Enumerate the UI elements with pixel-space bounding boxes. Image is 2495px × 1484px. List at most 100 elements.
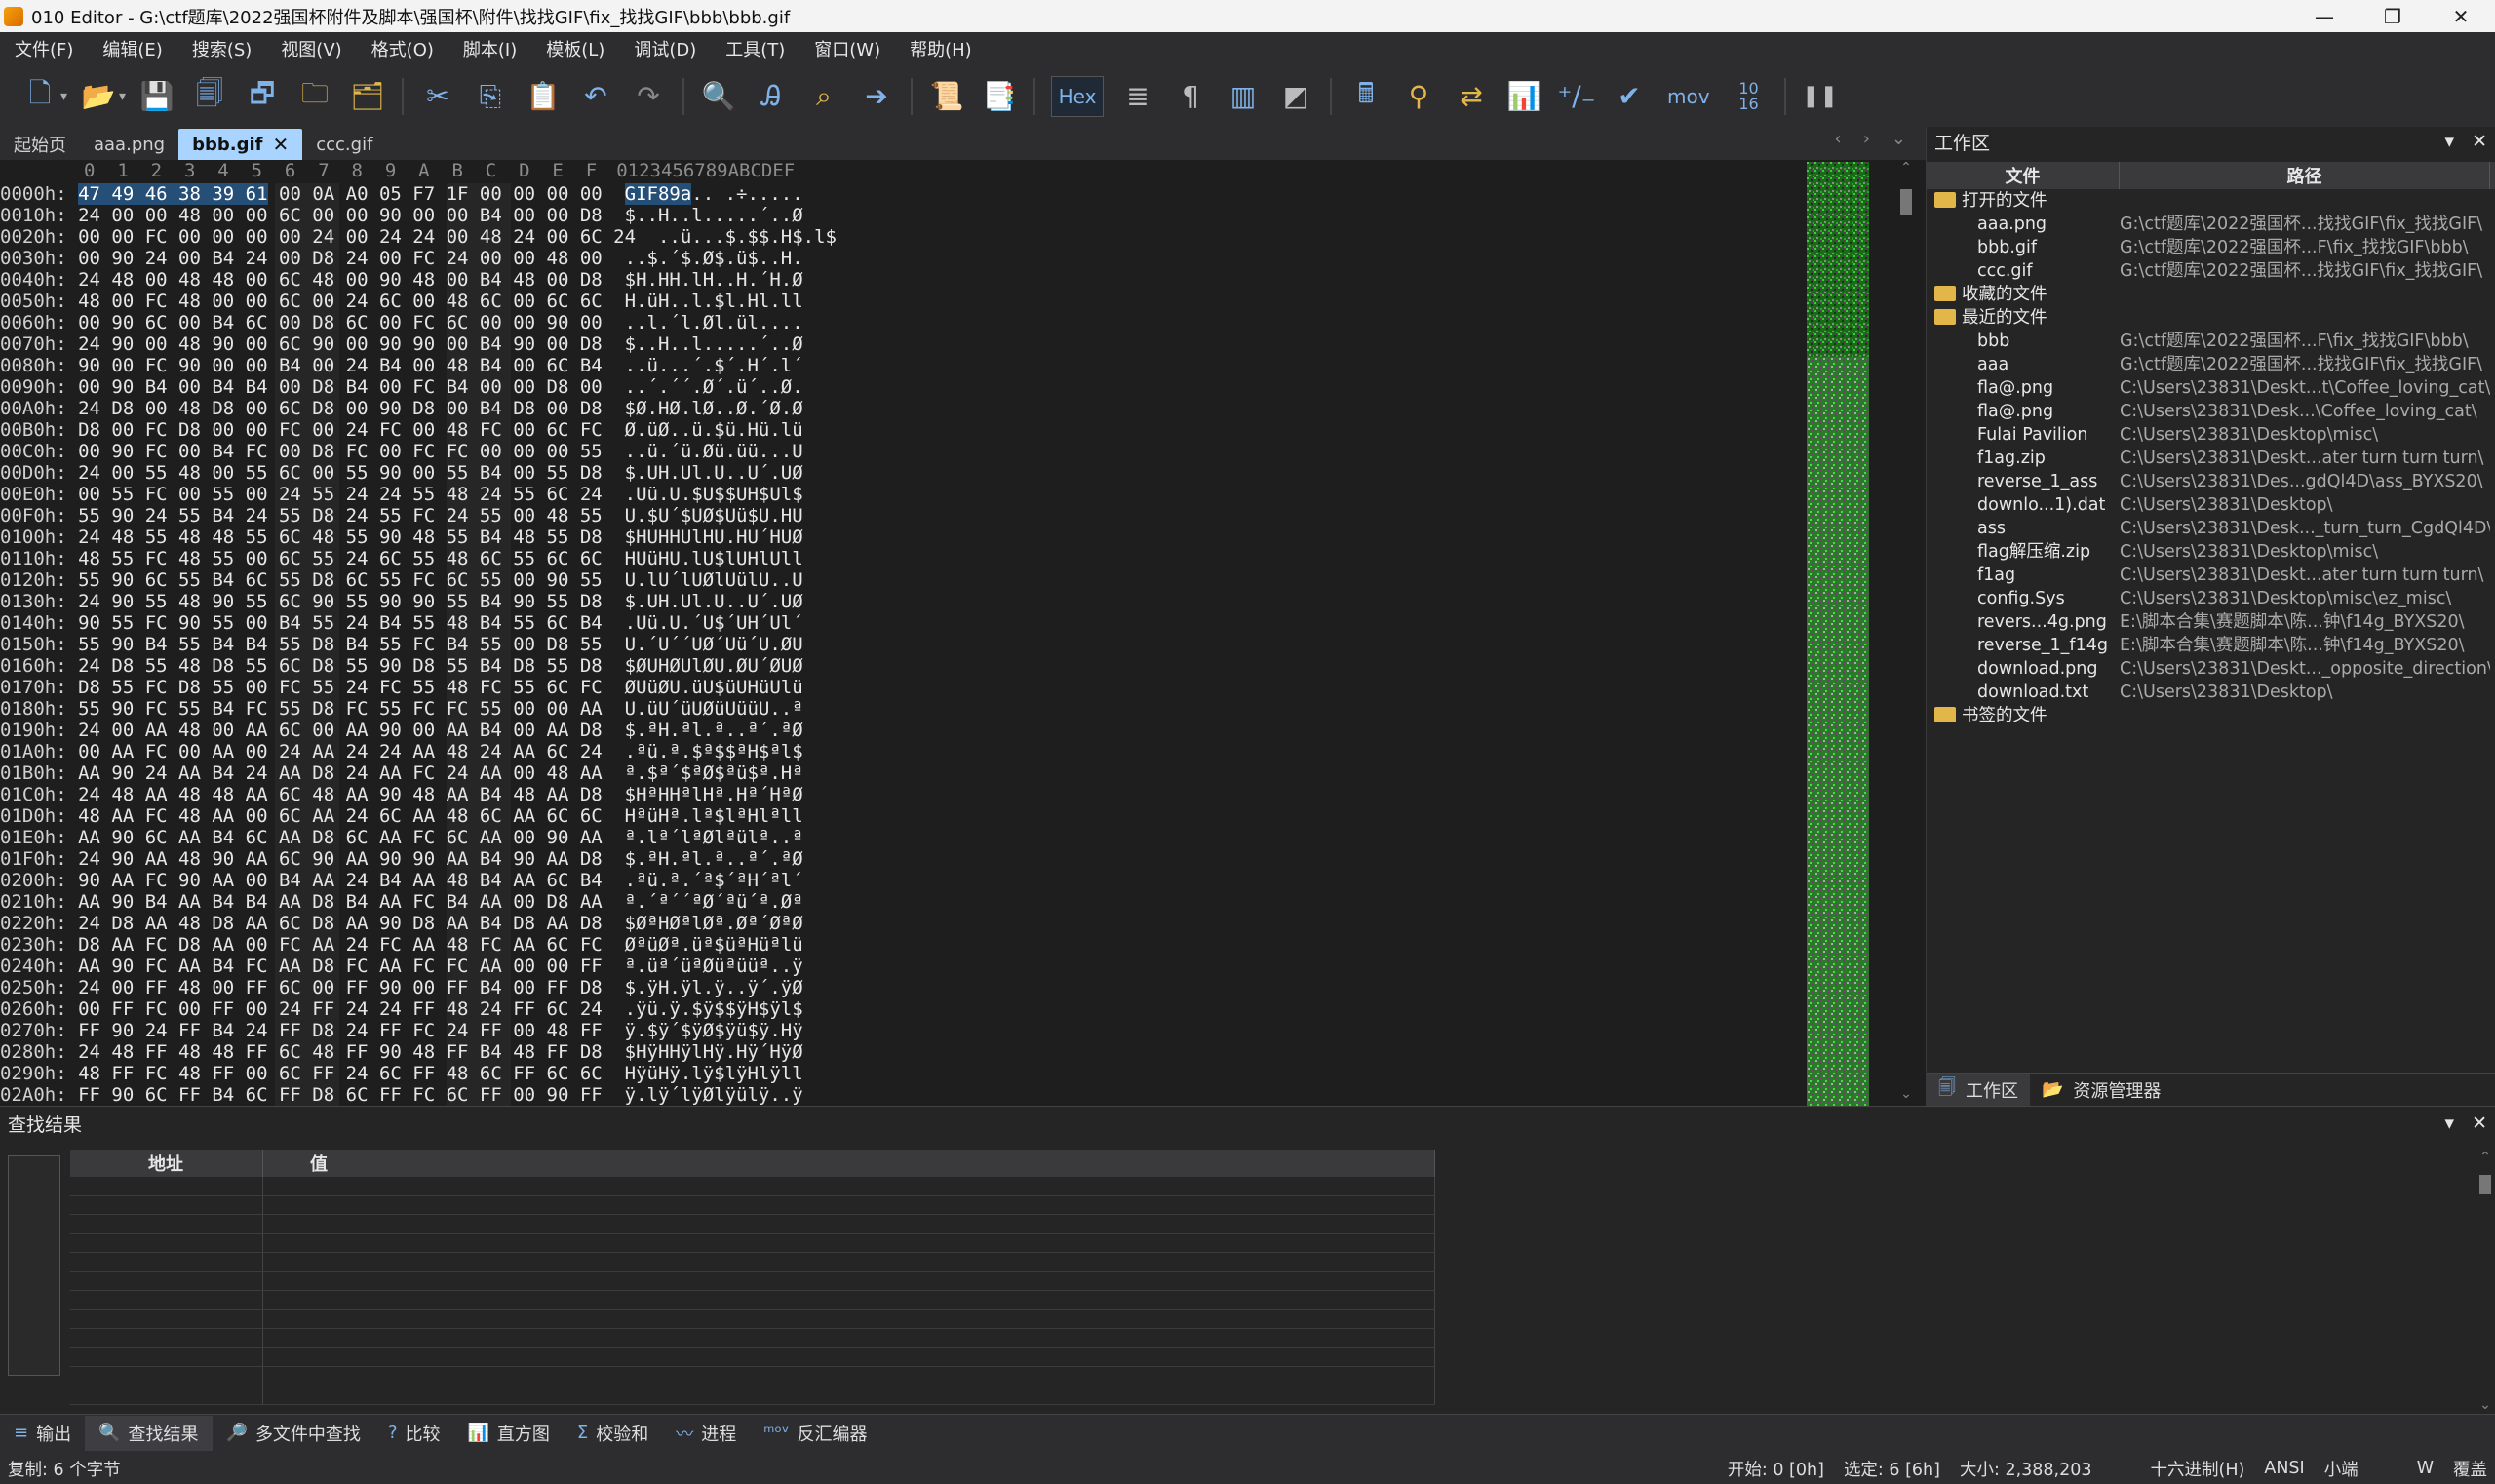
tree-file-item[interactable]: config.Sys C:\Users\23831\Desktop\misc\ez… <box>1927 587 2495 610</box>
hex-row[interactable]: 00E0h: 00 55 FC 00 55 00 24 55 24 24 55 … <box>0 484 837 505</box>
hex-row[interactable]: 00F0h: 55 90 24 55 B4 24 55 D8 24 55 FC … <box>0 505 837 527</box>
pause-icon[interactable]: ❚❚ <box>1802 77 1839 116</box>
tree-group[interactable]: 最近的文件 <box>1927 306 2495 330</box>
results-table[interactable]: 地址 值 <box>70 1150 1435 1413</box>
new-file-dropdown-icon[interactable]: ▾ <box>60 89 70 104</box>
hex-bytes[interactable]: AA 90 24 AA B4 24 AA D8 24 AA FC 24 AA 0… <box>78 762 603 784</box>
hex-bytes[interactable]: 24 48 FF 48 48 FF 6C 48 FF 90 48 FF B4 4… <box>78 1041 603 1063</box>
tree-file-item[interactable]: aaa.png G:\ctf题库\2022强国杯...找找GIF\fix_找找GI… <box>1927 213 2495 236</box>
tree-file-item[interactable]: download.txt C:\Users\23831\Desktop\ <box>1927 681 2495 704</box>
hex-row[interactable]: 00D0h: 24 00 55 48 00 55 6C 00 55 90 00 … <box>0 462 837 484</box>
status-encoding[interactable]: ANSI <box>2264 1459 2304 1478</box>
hex-bytes[interactable]: 24 00 00 48 00 00 6C 00 00 90 00 00 B4 0… <box>78 205 603 226</box>
ascii-text[interactable]: $HUHHUlHU.HU´HUØ <box>625 527 803 548</box>
tree-file-item[interactable]: bbb.gif G:\ctf题库\2022强国杯...F\fix_找找GIF\bb… <box>1927 236 2495 259</box>
ascii-text[interactable]: $.ÿH.ÿl.ÿ..ÿ´.ÿØ <box>625 977 803 998</box>
hex-bytes[interactable]: AA 90 B4 AA B4 B4 AA D8 B4 AA FC B4 AA 0… <box>78 891 603 913</box>
hex-row[interactable]: 0260h: 00 FF FC 00 FF 00 24 FF 24 24 FF … <box>0 998 837 1020</box>
tree-file-item[interactable]: revers...4g.png E:\脚本合集\赛题脚本\陈...钟\f14g_B… <box>1927 610 2495 634</box>
bottom-tab[interactable]: Σ 校验和 <box>564 1416 662 1451</box>
hex-bytes[interactable]: 90 00 FC 90 00 00 B4 00 24 B4 00 48 B4 0… <box>78 355 603 376</box>
hex-row[interactable]: 0200h: 90 AA FC 90 AA 00 B4 AA 24 B4 AA … <box>0 870 837 891</box>
hex-bytes[interactable]: 24 48 AA 48 48 AA 6C 48 AA 90 48 AA B4 4… <box>78 784 603 805</box>
ascii-text[interactable]: ØUüØU.üU$üUHüUlü <box>625 677 803 698</box>
ascii-text[interactable]: $..H..l.....´..Ø <box>625 205 803 226</box>
tree-group[interactable]: 收藏的文件 <box>1927 283 2495 306</box>
hex-row[interactable]: 0160h: 24 D8 55 48 D8 55 6C D8 55 90 D8 … <box>0 655 837 677</box>
hex-bytes[interactable]: D8 55 FC D8 55 00 FC 55 24 FC 55 48 FC 5… <box>78 677 603 698</box>
run-template-icon[interactable]: 📑 <box>981 77 1018 116</box>
hex-row[interactable]: 0110h: 48 55 FC 48 55 00 6C 55 24 6C 55 … <box>0 548 837 569</box>
hex-row[interactable]: 01D0h: 48 AA FC 48 AA 00 6C AA 24 6C AA … <box>0 805 837 827</box>
ascii-text[interactable]: ..$.´$.Ø$.ü$..H. <box>625 248 803 269</box>
tree-file-item[interactable]: reverse_1_ass C:\Users\23831\Des...gdQl4D… <box>1927 470 2495 493</box>
hex-bytes[interactable]: 00 90 B4 00 B4 B4 00 D8 B4 00 FC B4 00 0… <box>78 376 603 398</box>
hex-bytes[interactable]: 00 0A A0 05 F7 1F 00 00 00 00 <box>268 183 603 205</box>
hex-row[interactable]: 01C0h: 24 48 AA 48 48 AA 6C 48 AA 90 48 … <box>0 784 837 805</box>
tree-file-item[interactable]: flag解压缩.zip C:\Users\23831\Desktop\misc\ <box>1927 540 2495 564</box>
hex-bytes[interactable]: FF 90 6C FF B4 6C FF D8 6C FF FC 6C FF 0… <box>78 1084 603 1106</box>
ascii-text[interactable]: HªüHª.lª$lªHlªll <box>625 805 803 827</box>
hex-bytes[interactable]: 24 00 55 48 00 55 6C 00 55 90 00 55 B4 0… <box>78 462 603 484</box>
menu-item[interactable]: 脚本(I) <box>448 36 531 61</box>
menu-item[interactable]: 编辑(E) <box>88 36 176 61</box>
hex-row[interactable]: 0150h: 55 90 B4 55 B4 B4 55 D8 B4 55 FC … <box>0 634 837 655</box>
hex-bytes[interactable]: D8 00 FC D8 00 00 FC 00 24 FC 00 48 FC 0… <box>78 419 603 441</box>
result-row[interactable] <box>70 1291 1435 1310</box>
results-menu-icon[interactable]: ▾ <box>2445 1113 2455 1134</box>
result-row[interactable] <box>70 1233 1435 1253</box>
ascii-text[interactable]: .. .÷..... <box>691 183 802 205</box>
scroll-thumb[interactable] <box>1900 189 1912 215</box>
hex-bytes[interactable]: 00 90 6C 00 B4 6C 00 D8 6C 00 FC 6C 00 0… <box>78 312 603 333</box>
tree-group[interactable]: 书签的文件 <box>1927 704 2495 727</box>
tab-prev-icon[interactable]: ‹ <box>1835 129 1842 149</box>
hex-row[interactable]: 0100h: 24 48 55 48 48 55 6C 48 55 90 48 … <box>0 527 837 548</box>
hex-row[interactable]: 0010h: 24 00 00 48 00 00 6C 00 00 90 00 … <box>0 205 837 226</box>
ascii-text[interactable]: ..ü...$.$$.H$.l$ <box>658 226 837 248</box>
tab-workspace[interactable]: 🗐 工作区 <box>1927 1074 2030 1106</box>
panel-menu-icon[interactable]: ▾ <box>2445 131 2455 152</box>
ascii-text[interactable]: ª.üª´üªØüªüüª..ÿ <box>625 956 803 977</box>
save-icon[interactable]: 💾 <box>138 77 175 116</box>
hex-selected-bytes[interactable]: 47 49 46 38 39 61 <box>78 183 268 205</box>
inspector-icon[interactable]: ⚲ <box>1400 77 1437 116</box>
hex-bytes[interactable]: 24 90 00 48 90 00 6C 90 00 90 90 00 B4 9… <box>78 333 603 355</box>
result-row[interactable] <box>70 1253 1435 1272</box>
hex-row[interactable]: 01E0h: AA 90 6C AA B4 6C AA D8 6C AA FC … <box>0 827 837 848</box>
ascii-text[interactable]: .Uü.U.$U$$UH$Ul$ <box>625 484 803 505</box>
hex-row[interactable]: 0030h: 00 90 24 00 B4 24 00 D8 24 00 FC … <box>0 248 837 269</box>
menu-item[interactable]: 文件(F) <box>0 36 88 61</box>
hex-row[interactable]: 0130h: 24 90 55 48 90 55 6C 90 55 90 90 … <box>0 591 837 612</box>
workspace-icon[interactable]: 🗂 <box>349 77 386 116</box>
result-row[interactable] <box>70 1329 1435 1348</box>
ascii-text[interactable]: .ÿü.ÿ.$ÿ$$ÿH$ÿl$ <box>625 998 803 1020</box>
ascii-text[interactable]: .ªü.ª.$ª$$ªH$ªl$ <box>625 741 803 762</box>
tree-file-item[interactable]: bbb G:\ctf题库\2022强国杯...F\fix_找找GIF\bbb\ <box>1927 330 2495 353</box>
ascii-text[interactable]: $H.HH.lH..H.´H.Ø <box>625 269 803 291</box>
hex-row[interactable]: 0040h: 24 48 00 48 48 00 6C 48 00 90 48 … <box>0 269 837 291</box>
hex-bytes[interactable]: 00 55 FC 00 55 00 24 55 24 24 55 48 24 5… <box>78 484 603 505</box>
ascii-text[interactable]: $..H..l.....´..Ø <box>625 333 803 355</box>
hex-bytes[interactable]: 48 AA FC 48 AA 00 6C AA 24 6C AA 48 6C A… <box>78 805 603 827</box>
hex-row[interactable]: 00B0h: D8 00 FC D8 00 00 FC 00 24 FC 00 … <box>0 419 837 441</box>
result-row[interactable] <box>70 1271 1435 1291</box>
disassembler-button[interactable]: mov <box>1663 77 1714 116</box>
status-overwrite[interactable]: 覆盖 <box>2453 1457 2487 1481</box>
ascii-text[interactable]: ..l.´l.Øl.ül.... <box>625 312 803 333</box>
hex-bytes[interactable]: 48 55 FC 48 55 00 6C 55 24 6C 55 48 6C 5… <box>78 548 603 569</box>
tab-close-icon[interactable]: ✕ <box>272 133 289 156</box>
scroll-up-icon[interactable]: ⌃ <box>1896 160 1916 176</box>
status-mode[interactable]: 十六进制(H) <box>2151 1457 2245 1481</box>
result-row[interactable] <box>70 1347 1435 1367</box>
compare-icon[interactable]: ⇄ <box>1453 77 1490 116</box>
hex-bytes[interactable]: 24 90 55 48 90 55 6C 90 55 90 90 55 B4 9… <box>78 591 603 612</box>
bottom-tab[interactable]: ≡ 输出 <box>0 1416 85 1451</box>
hex-row[interactable]: 0170h: D8 55 FC D8 55 00 FC 55 24 FC 55 … <box>0 677 837 698</box>
results-scrollbar[interactable]: ⌃ ⌄ <box>2476 1150 2495 1415</box>
hex-bytes[interactable]: 55 90 FC 55 B4 FC 55 D8 FC 55 FC FC 55 0… <box>78 698 603 720</box>
hex-row[interactable]: 0270h: FF 90 24 FF B4 24 FF D8 24 FF FC … <box>0 1020 837 1041</box>
ascii-text[interactable]: ª.´ª´´ªØ´ªü´ª.Øª <box>625 891 803 913</box>
tree-file-item[interactable]: download.png C:\Users\23831\Deskt..._oppo… <box>1927 657 2495 681</box>
hex-row[interactable]: 0120h: 55 90 6C 55 B4 6C 55 D8 6C 55 FC … <box>0 569 837 591</box>
hex-row[interactable]: 0250h: 24 00 FF 48 00 FF 6C 00 FF 90 00 … <box>0 977 837 998</box>
